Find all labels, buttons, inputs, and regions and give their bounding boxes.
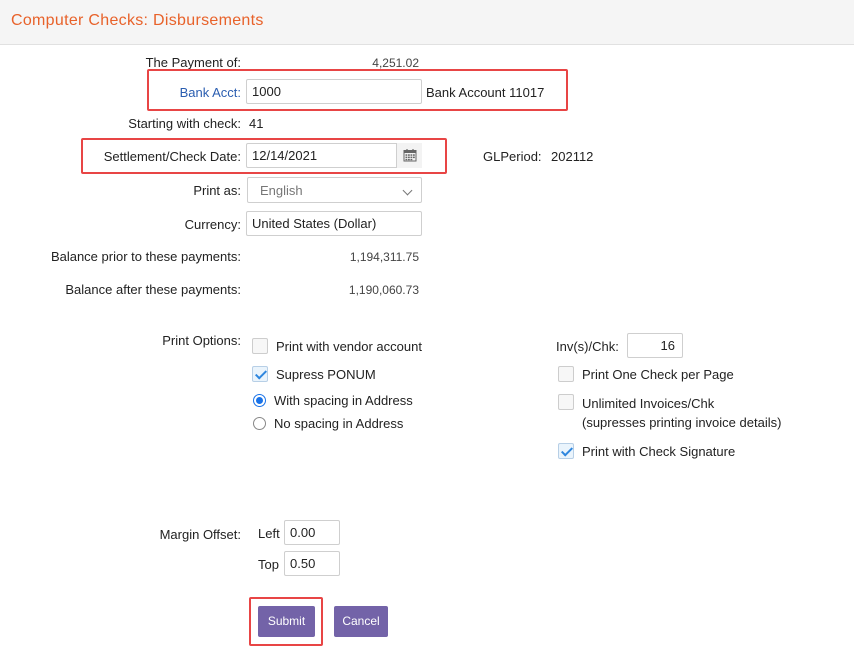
unlimited-invoices-label: Unlimited Invoices/Chk [582, 396, 715, 411]
vendor-account-label: Print with vendor account [276, 339, 422, 354]
chevron-down-icon [402, 185, 413, 196]
no-spacing-radio[interactable] [253, 417, 266, 430]
starting-check-label: Starting with check: [128, 116, 241, 131]
submit-button[interactable]: Submit [258, 606, 315, 637]
vendor-account-checkbox[interactable] [252, 338, 268, 354]
with-spacing-label: With spacing in Address [274, 393, 413, 408]
one-check-per-page-checkbox[interactable] [558, 366, 574, 382]
margin-top-label: Top [258, 557, 279, 572]
check-signature-checkbox[interactable] [558, 443, 574, 459]
currency-input[interactable]: United States (Dollar) [246, 211, 422, 236]
no-spacing-label: No spacing in Address [274, 416, 404, 431]
balance-prior-label: Balance prior to these payments: [50, 249, 241, 264]
inv-per-chk-input[interactable]: 16 [627, 333, 683, 358]
margin-offset-label: Margin Offset: [159, 527, 241, 542]
unlimited-invoices-sublabel: (supresses printing invoice details) [582, 415, 782, 430]
calendar-icon [403, 149, 417, 162]
calendar-button[interactable] [396, 143, 422, 168]
glperiod-value: 202112 [551, 149, 594, 164]
glperiod-label: GLPeriod: [483, 149, 542, 164]
one-check-per-page-label: Print One Check per Page [582, 367, 734, 382]
with-spacing-radio[interactable] [253, 394, 266, 407]
print-as-select[interactable]: English [247, 177, 422, 203]
margin-left-input[interactable]: 0.00 [284, 520, 340, 545]
margin-left-label: Left [258, 526, 280, 541]
check-signature-label: Print with Check Signature [582, 444, 736, 459]
payment-label: The Payment of: [145, 55, 241, 70]
balance-prior-value: 1,194,311.75 [349, 250, 419, 264]
supress-ponum-label: Supress PONUM [276, 367, 376, 382]
balance-after-value: 1,190,060.73 [348, 283, 419, 297]
bank-acct-input[interactable]: 1000 [246, 79, 422, 104]
margin-top-input[interactable]: 0.50 [284, 551, 340, 576]
supress-ponum-checkbox[interactable] [252, 366, 268, 382]
unlimited-invoices-checkbox[interactable] [558, 394, 574, 410]
date-label: Settlement/Check Date: [103, 149, 241, 164]
bank-acct-link[interactable]: Bank Acct: [180, 85, 241, 100]
cancel-button[interactable]: Cancel [334, 606, 388, 637]
print-options-label: Print Options: [162, 333, 241, 348]
page-title: Computer Checks: Disbursements [11, 12, 264, 29]
bank-acct-name: Bank Account 11017 [426, 85, 545, 100]
currency-label: Currency: [184, 217, 241, 232]
payment-value: 4,251.02 [372, 56, 419, 70]
inv-per-chk-label: Inv(s)/Chk: [556, 339, 619, 354]
balance-after-label: Balance after these payments: [65, 282, 241, 297]
print-as-value: English [260, 183, 303, 198]
starting-check-value: 41 [249, 116, 264, 131]
page-header: Computer Checks: Disbursements [0, 0, 854, 45]
print-as-label: Print as: [193, 183, 241, 198]
